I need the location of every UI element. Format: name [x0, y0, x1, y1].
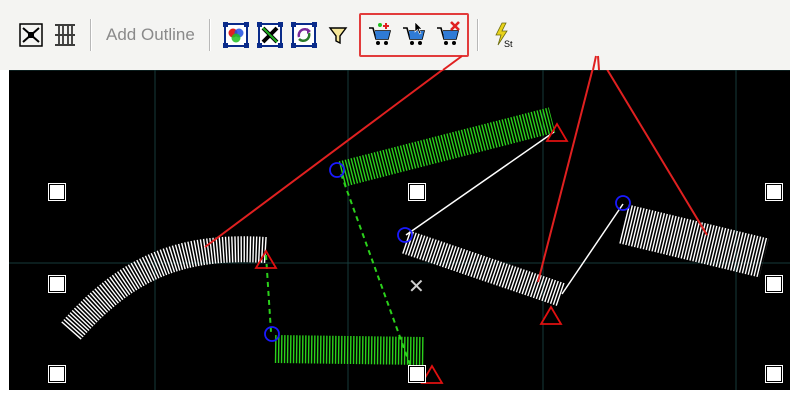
- delete-cross-button[interactable]: [253, 18, 287, 52]
- cart-add-button[interactable]: [363, 18, 397, 52]
- delete-cross-icon: [256, 22, 283, 48]
- white-curved-stitch[interactable]: [61, 236, 267, 340]
- highlighted-cart-group: [358, 13, 469, 57]
- toolbar-separator: [208, 19, 211, 51]
- lightning-st-button[interactable]: St: [487, 18, 521, 52]
- select-colors-button[interactable]: [219, 18, 253, 52]
- center-marker: ✕: [408, 274, 425, 298]
- cart-remove-button[interactable]: [431, 18, 465, 52]
- add-outline-button[interactable]: Add Outline: [100, 18, 201, 52]
- sequence-numbers-button[interactable]: [48, 18, 82, 52]
- selection-handle[interactable]: [49, 366, 65, 382]
- green-bottom-stitch[interactable]: [274, 335, 426, 365]
- selection-handle[interactable]: [409, 184, 425, 200]
- rotate-refresh-icon: [290, 22, 317, 48]
- selection-handle[interactable]: [766, 366, 782, 382]
- toolbar: Add Outline St: [0, 0, 790, 70]
- toolbar-separator: [90, 19, 92, 51]
- rotate-refresh-button[interactable]: [287, 18, 321, 52]
- selection-handle[interactable]: [766, 276, 782, 292]
- white-middle-stitch[interactable]: [402, 230, 566, 307]
- sequence-numbers-icon: [55, 24, 75, 46]
- cart-select-button[interactable]: [397, 18, 431, 52]
- white-right-stitch[interactable]: [619, 204, 769, 278]
- st-label: St: [504, 39, 513, 49]
- cart-remove-icon: [436, 21, 460, 45]
- green-jump-connector: [265, 254, 272, 333]
- bottom-border: [0, 390, 790, 394]
- design-canvas[interactable]: ✕: [9, 70, 790, 390]
- cart-add-icon: [368, 23, 391, 45]
- compound-outline-icon: [19, 23, 43, 47]
- selection-handle[interactable]: [49, 184, 65, 200]
- compound-outline-button[interactable]: [14, 18, 48, 52]
- callout-lines: [204, 70, 708, 283]
- selection-handle[interactable]: [766, 184, 782, 200]
- cart-select-icon: [402, 21, 425, 45]
- canvas-drawing: ✕: [9, 70, 790, 390]
- selection-handle[interactable]: [49, 276, 65, 292]
- filter-funnel-button[interactable]: [321, 18, 355, 52]
- green-top-stitch[interactable]: [338, 107, 556, 187]
- select-colors-icon: [222, 22, 249, 48]
- selection-handle[interactable]: [409, 366, 425, 382]
- toolbar-row: Add Outline St: [0, 10, 521, 60]
- toolbar-separator: [476, 19, 479, 51]
- white-jump-connector: [561, 203, 624, 295]
- lightning-st-icon: St: [495, 22, 513, 49]
- filter-funnel-icon: [328, 27, 348, 45]
